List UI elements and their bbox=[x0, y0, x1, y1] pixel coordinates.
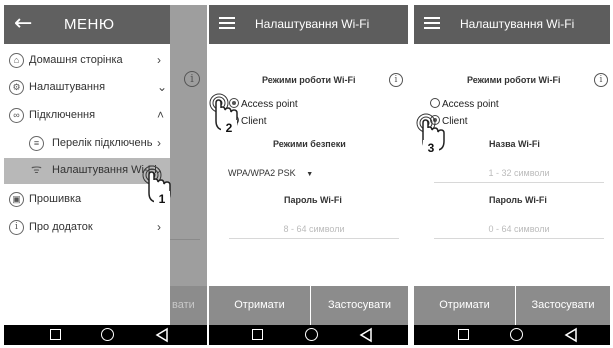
radio-label: Access point bbox=[442, 99, 499, 110]
page-title: Налаштування Wi-Fi bbox=[255, 17, 370, 31]
menu-item-connection[interactable]: ∞ Підключення ˄ bbox=[4, 103, 170, 129]
menu-item-label: Перелік підключень bbox=[52, 137, 153, 149]
apply-button[interactable]: Застосувати bbox=[311, 286, 408, 325]
step-number: 2 bbox=[221, 120, 237, 136]
info-icon[interactable]: i bbox=[389, 73, 403, 87]
phone-screen-menu: i вати ← МЕНЮ ⌂ Домашня сторінка › ⚙ Нал… bbox=[4, 5, 207, 345]
android-navbar bbox=[4, 325, 207, 345]
radio-label: Access point bbox=[241, 99, 298, 110]
input-underline bbox=[434, 238, 604, 239]
home-icon: ⌂ bbox=[9, 53, 24, 68]
page-title: Налаштування Wi-Fi bbox=[460, 17, 575, 31]
password-title: Пароль Wi-Fi bbox=[489, 195, 547, 205]
android-navbar bbox=[209, 325, 408, 345]
select-value: WPA/WPA2 PSK bbox=[228, 168, 296, 178]
back-arrow-icon[interactable]: ← bbox=[14, 10, 32, 38]
radio-button[interactable] bbox=[430, 98, 440, 108]
home-circle-icon[interactable] bbox=[101, 328, 114, 341]
security-modes-title: Режими безпеки bbox=[273, 139, 346, 149]
security-select[interactable]: WPA/WPA2 PSK ▼ bbox=[228, 168, 313, 178]
radio-label: Client bbox=[241, 116, 267, 127]
recent-apps-icon[interactable] bbox=[50, 329, 61, 340]
input-underline bbox=[229, 238, 399, 239]
menu-item-label: Домашня сторінка bbox=[29, 54, 123, 66]
radio-access-point[interactable]: Access point bbox=[430, 98, 499, 110]
firmware-icon: ▣ bbox=[9, 192, 24, 207]
receive-button[interactable]: Отримати bbox=[209, 286, 310, 325]
back-triangle-icon[interactable] bbox=[564, 327, 578, 343]
menu-title: МЕНЮ bbox=[64, 16, 115, 33]
input-underline bbox=[434, 182, 604, 183]
menu-item-label: Налаштування bbox=[29, 81, 106, 93]
connection-icon: ∞ bbox=[9, 108, 24, 123]
app-header: Налаштування Wi-Fi bbox=[209, 5, 408, 44]
password-title: Пароль Wi-Fi bbox=[284, 195, 342, 205]
chevron-right-icon: › bbox=[157, 53, 161, 67]
phone-screen-wifi-ap: Налаштування Wi-Fi Режими роботи Wi-Fi i… bbox=[209, 5, 408, 345]
receive-button[interactable]: Отримати bbox=[414, 286, 515, 325]
hamburger-menu-icon[interactable] bbox=[424, 17, 440, 29]
menu-item-home[interactable]: ⌂ Домашня сторінка › bbox=[4, 48, 170, 74]
wifi-name-input[interactable]: 1 - 32 символи bbox=[434, 168, 604, 178]
chevron-right-icon: › bbox=[157, 220, 161, 234]
wifi-modes-title: Режими роботи Wi-Fi bbox=[262, 75, 356, 85]
recent-apps-icon[interactable] bbox=[458, 329, 469, 340]
home-circle-icon[interactable] bbox=[510, 328, 523, 341]
password-input[interactable]: 8 - 64 символи bbox=[229, 224, 399, 234]
chevron-right-icon: › bbox=[157, 136, 161, 150]
menu-item-connection-list[interactable]: ≡ Перелік підключень › bbox=[4, 131, 170, 157]
wifi-modes-title: Режими роботи Wi-Fi bbox=[467, 75, 561, 85]
menu-item-settings[interactable]: ⚙ Налаштування ⌄ bbox=[4, 75, 170, 101]
home-circle-icon[interactable] bbox=[305, 328, 318, 341]
phone-screen-wifi-client: Налаштування Wi-Fi Режими роботи Wi-Fi i… bbox=[414, 5, 610, 345]
wifi-name-title: Назва Wi-Fi bbox=[489, 139, 540, 149]
apply-button[interactable]: Застосувати bbox=[516, 286, 610, 325]
chevron-down-icon: ⌄ bbox=[157, 80, 168, 94]
dropdown-arrow-icon: ▼ bbox=[306, 171, 314, 178]
wifi-icon: ᯤ bbox=[31, 162, 42, 176]
info-icon: i bbox=[184, 71, 200, 87]
step-number: 1 bbox=[154, 191, 170, 207]
step-number: 3 bbox=[423, 140, 439, 156]
apply-button-partial: вати bbox=[170, 286, 207, 325]
back-triangle-icon[interactable] bbox=[359, 327, 373, 343]
field-divider bbox=[170, 239, 200, 240]
info-icon: i bbox=[9, 220, 24, 235]
password-input[interactable]: 0 - 64 символи bbox=[434, 224, 604, 234]
gear-icon: ⚙ bbox=[9, 80, 24, 95]
back-triangle-icon[interactable] bbox=[155, 327, 169, 343]
app-header: Налаштування Wi-Fi bbox=[414, 5, 610, 44]
menu-item-label: Прошивка bbox=[29, 193, 82, 205]
menu-item-about[interactable]: i Про додаток › bbox=[4, 215, 170, 241]
info-icon[interactable]: i bbox=[594, 73, 608, 87]
drawer-header: ← МЕНЮ bbox=[4, 5, 170, 44]
recent-apps-icon[interactable] bbox=[252, 329, 263, 340]
hamburger-menu-icon[interactable] bbox=[219, 17, 235, 29]
menu-item-label: Підключення bbox=[29, 109, 96, 121]
list-icon: ≡ bbox=[29, 136, 44, 151]
menu-item-label: Про додаток bbox=[29, 221, 93, 233]
android-navbar bbox=[414, 325, 610, 345]
chevron-up-icon: ˄ bbox=[157, 108, 165, 122]
